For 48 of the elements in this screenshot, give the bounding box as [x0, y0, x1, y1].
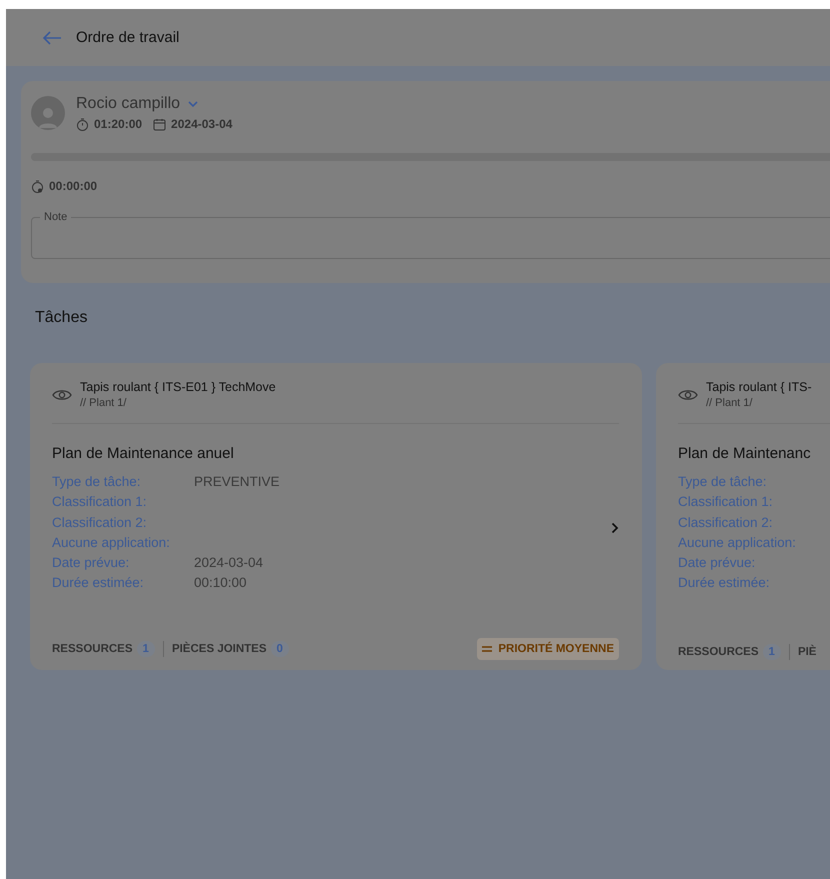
- avatar-icon: [31, 96, 65, 130]
- date-text: 2024-03-04: [171, 117, 232, 131]
- section-title: Tâches: [35, 309, 88, 327]
- plan-title: Plan de Maintenance anuel: [52, 445, 235, 462]
- attachments-label: PIÈCES JOINTES: [172, 643, 267, 655]
- field-label: Aucune application:: [52, 534, 171, 552]
- page-title: Ordre de travail: [76, 29, 180, 46]
- timer-text: 00:00:00: [49, 179, 98, 193]
- timer-icon: [31, 180, 44, 192]
- duration-text: 01:20:00: [94, 117, 142, 131]
- note-field[interactable]: Note: [31, 211, 830, 259]
- attachments-count: 0: [270, 641, 289, 657]
- field-label: Type de tâche:: [678, 473, 768, 491]
- field-label: Classification 1:: [52, 493, 148, 512]
- field-label: Classification 2:: [678, 514, 774, 532]
- field-value: 2024-03-04: [194, 554, 264, 572]
- resources-count: 1: [136, 641, 155, 657]
- field-label: Durée estimée:: [52, 574, 145, 592]
- field-label: Aucune application:: [678, 534, 797, 552]
- chevron-right-icon[interactable]: [611, 522, 619, 534]
- eye-icon[interactable]: [678, 388, 698, 402]
- task-card[interactable]: Tapis roulant { ITS- // Plant 1/ Plan de Maintenanc Type de tâche: Classification 1: Classification 2: Aucune application: Date prévue: Durée estimée: RESSOURCES 1 PIÈ: [656, 363, 830, 670]
- field-label: Date prévue:: [678, 554, 756, 572]
- priority-badge: PRIORITÉ MOYENNE: [477, 638, 619, 660]
- asset-name: Tapis roulant { ITS-: [706, 380, 812, 394]
- calendar-icon: [153, 118, 166, 130]
- worker-name: Rocio campillo: [76, 95, 180, 113]
- note-label: Note: [43, 211, 68, 223]
- asset-name: Tapis roulant { ITS-E01 } TechMove: [80, 380, 276, 394]
- field-label: Date prévue:: [52, 554, 130, 572]
- field-value: PREVENTIVE: [194, 473, 280, 491]
- field-value: 00:10:00: [194, 574, 247, 592]
- field-label: Type de tâche:: [52, 473, 142, 491]
- resources-count: 1: [762, 644, 781, 660]
- field-label: Classification 2:: [52, 514, 148, 532]
- resources-label: RESSOURCES: [52, 643, 133, 655]
- plan-title: Plan de Maintenanc: [678, 445, 812, 462]
- caret-icon[interactable]: [188, 100, 198, 108]
- asset-location: // Plant 1/: [706, 397, 754, 409]
- asset-location: // Plant 1/: [80, 397, 128, 409]
- back-arrow-icon[interactable]: [42, 30, 62, 44]
- field-label: Classification 1:: [678, 493, 774, 512]
- resources-label: RESSOURCES: [678, 646, 759, 658]
- equals-icon: [482, 646, 492, 652]
- attachments-label: PIÈ: [798, 646, 816, 658]
- field-label: Durée estimée:: [678, 574, 771, 592]
- stopwatch-icon: [76, 118, 89, 130]
- eye-icon[interactable]: [52, 388, 72, 402]
